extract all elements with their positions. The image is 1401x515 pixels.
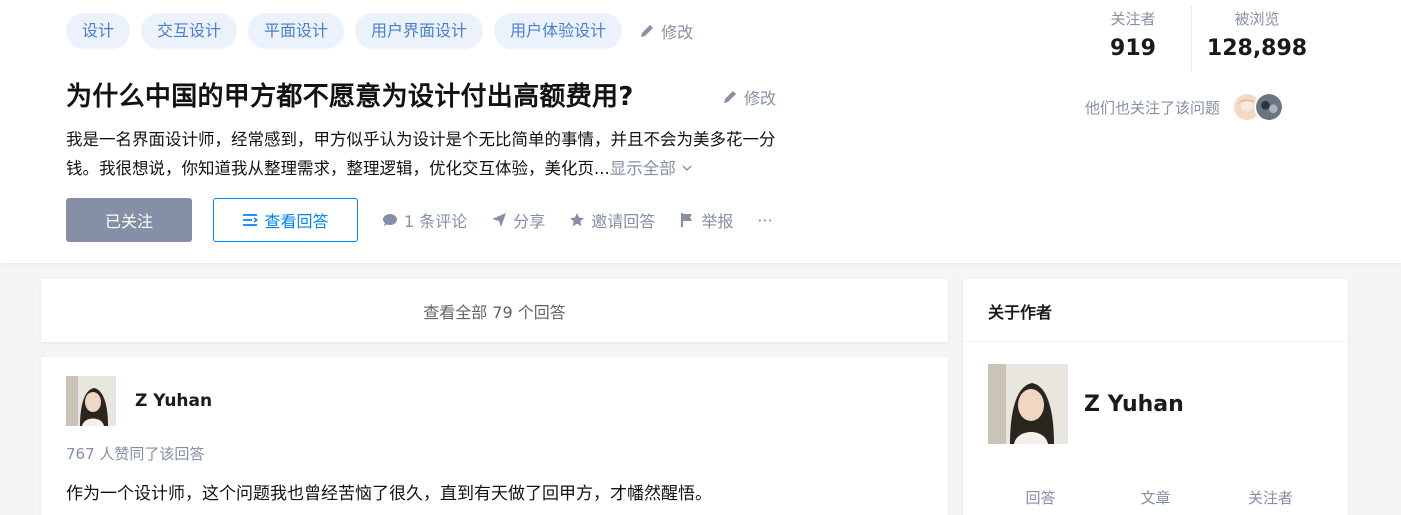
vote-count: 767 人赞同了该回答: [66, 445, 205, 463]
share-button[interactable]: 分享: [491, 208, 545, 232]
detail-line: 我是一名界面设计师，经常感到，甲方似乎认为设计是个无比简单的事情，并且不会为美多…: [66, 130, 776, 149]
paper-plane-icon: [492, 213, 507, 227]
avatar[interactable]: [988, 364, 1068, 444]
followers-count: 919: [1110, 36, 1156, 61]
answer-excerpt[interactable]: 作为一个设计师，这个问题我也曾经苦恼了很久，直到有天做了回甲方，才幡然醒悟。: [66, 479, 712, 504]
topic-tag[interactable]: 用户体验设计: [494, 13, 623, 49]
answer-card: Z Yuhan 767 人赞同了该回答 作为一个设计师，这个问题我也曾经苦恼了很…: [41, 357, 948, 515]
topic-list: 设计 交互设计 平面设计 用户界面设计 用户体验设计 修改: [66, 13, 693, 49]
edit-title-label: 修改: [744, 89, 777, 108]
divider: [963, 341, 1348, 342]
about-author-card: 关于作者 Z Yuhan 回答 文章 关注者: [963, 279, 1348, 515]
detail-line: 钱。我很想说，你知道我从整理需求，整理逻辑，优化交互体验，美化页...显示全部: [66, 154, 926, 183]
about-author-title: 关于作者: [988, 303, 1053, 322]
articles-stat-label[interactable]: 文章: [1106, 487, 1206, 508]
followers-stat-label[interactable]: 关注者: [1221, 487, 1321, 508]
sidebar-author: Z Yuhan: [988, 364, 1184, 444]
question-header: 设计 交互设计 平面设计 用户界面设计 用户体验设计 修改 为什么中国的甲方都不…: [0, 0, 1401, 263]
more-button[interactable]: ···: [757, 211, 772, 230]
flag-icon: [681, 213, 693, 227]
edit-topics-label: 修改: [661, 23, 694, 42]
view-answers-label: 查看回答: [264, 212, 329, 231]
views-stat: 被浏览 128,898: [1192, 6, 1322, 72]
topic-tag[interactable]: 用户界面设计: [355, 13, 484, 49]
show-all-link[interactable]: 显示全部: [610, 159, 693, 178]
report-button[interactable]: 举报: [679, 208, 733, 232]
report-label: 举报: [701, 212, 734, 231]
topic-tag[interactable]: 设计: [66, 13, 131, 49]
answer-author: Z Yuhan: [66, 376, 212, 426]
list-icon: [243, 214, 259, 226]
topic-tag[interactable]: 平面设计: [248, 13, 345, 49]
pencil-icon: [641, 25, 654, 37]
pencil-icon: [724, 91, 736, 103]
share-label: 分享: [513, 212, 546, 231]
also-followed-label: 他们也关注了该问题: [1085, 98, 1221, 117]
comments-button[interactable]: 1 条评论: [382, 208, 467, 232]
topic-tag[interactable]: 交互设计: [141, 13, 238, 49]
answers-stat-label[interactable]: 回答: [991, 487, 1091, 508]
edit-topics-button[interactable]: 修改: [639, 19, 693, 43]
invite-answer-label: 邀请回答: [591, 212, 656, 231]
view-all-answers-button[interactable]: 查看全部 79 个回答: [41, 279, 948, 342]
question-actions: 已关注 查看回答 1 条评论 分享 邀请回答 举报 ···: [66, 198, 773, 242]
show-all-label: 显示全部: [609, 159, 676, 178]
author-stats: 回答 文章 关注者: [963, 487, 1348, 508]
views-label: 被浏览: [1234, 10, 1280, 28]
followers-label: 关注者: [1110, 10, 1156, 28]
author-name[interactable]: Z Yuhan: [135, 391, 212, 411]
avatar[interactable]: [66, 376, 116, 426]
avatar[interactable]: [1254, 92, 1285, 122]
also-followed: 他们也关注了该问题: [1085, 92, 1285, 122]
chevron-down-icon: [682, 165, 692, 171]
invite-answer-button[interactable]: 邀请回答: [569, 208, 655, 232]
view-answers-button[interactable]: 查看回答: [213, 198, 358, 242]
star-icon: [570, 213, 585, 227]
comment-icon: [383, 214, 397, 226]
edit-title-button[interactable]: 修改: [722, 85, 776, 109]
follower-avatars: [1232, 92, 1285, 122]
question-detail: 我是一名界面设计师，经常感到，甲方似乎认为设计是个无比简单的事情，并且不会为美多…: [66, 125, 926, 183]
views-count: 128,898: [1206, 36, 1308, 61]
comments-label: 1 条评论: [404, 212, 468, 231]
sidebar-author-name[interactable]: Z Yuhan: [1084, 392, 1184, 417]
followers-stat[interactable]: 关注者 919: [1075, 6, 1192, 72]
followed-button[interactable]: 已关注: [66, 198, 192, 242]
question-title: 为什么中国的甲方都不愿意为设计付出高额费用?: [66, 82, 634, 112]
detail-text: 钱。我很想说，你知道我从整理需求，整理逻辑，优化交互体验，美化页...: [66, 159, 610, 178]
question-stats: 关注者 919 被浏览 128,898: [1075, 6, 1322, 72]
